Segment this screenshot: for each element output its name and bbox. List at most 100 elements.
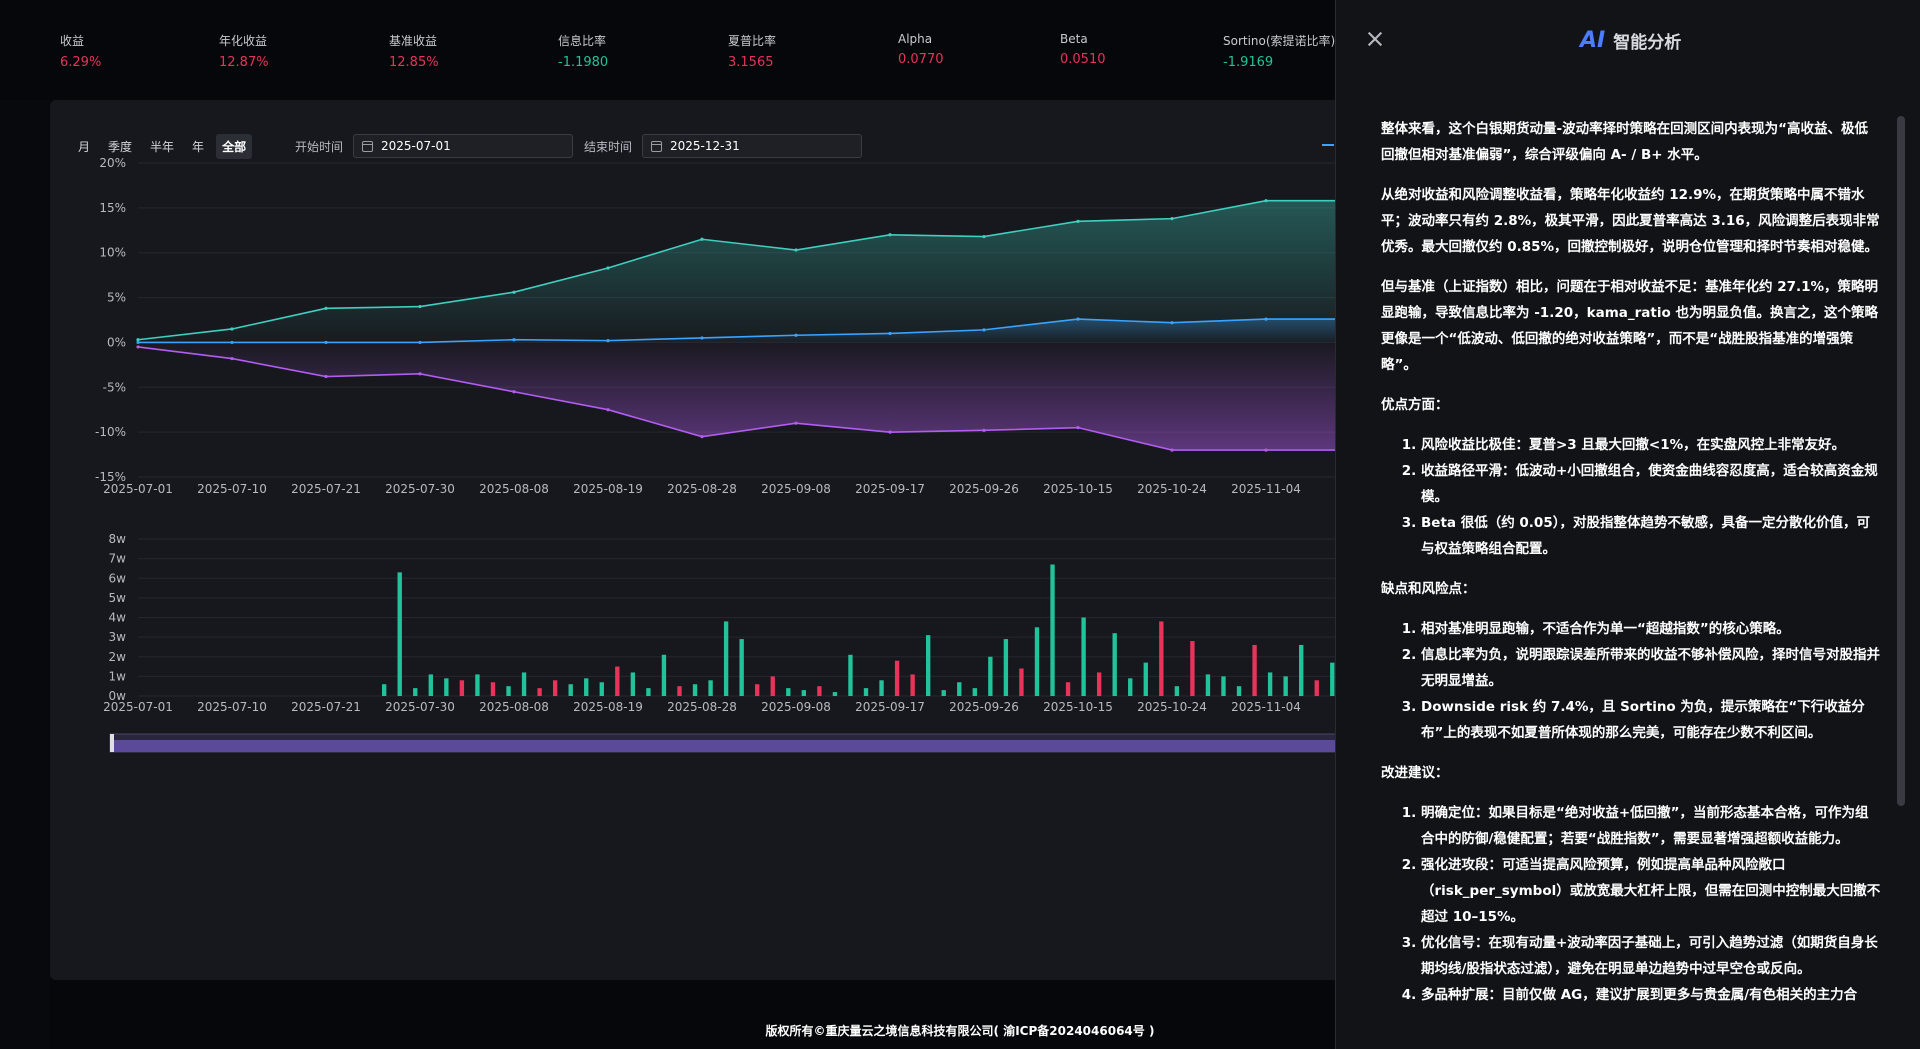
volume-bar: [786, 688, 791, 696]
volume-bar: [677, 686, 682, 696]
data-point: [1076, 317, 1080, 321]
volume-bar: [1221, 676, 1226, 696]
list-item: 收益路径平滑：低波动+小回撤组合，使资金曲线容忍度高，适合较高资金规模。: [1421, 458, 1881, 510]
metric-label: 夏普比率: [728, 34, 777, 48]
volume-bar: [848, 654, 853, 696]
close-icon[interactable]: [1366, 30, 1384, 48]
volume-bar: [413, 688, 418, 696]
pros-list: 风险收益比极佳：夏普>3 且最大回撤<1%，在实盘风控上非常友好。 收益路径平滑…: [1381, 432, 1881, 562]
volume-bar: [708, 680, 713, 696]
y-tick-label: 7w: [109, 552, 127, 566]
volume-bar: [879, 680, 884, 696]
y-tick-label: 5%: [107, 291, 126, 305]
y-tick-label: 20%: [99, 156, 126, 170]
data-point: [136, 345, 140, 349]
x-tick-label: 2025-09-26: [949, 482, 1019, 496]
volume-bar: [894, 660, 900, 696]
volume-bar: [863, 688, 869, 696]
data-point: [1076, 219, 1080, 223]
ai-section-heading: 优点方面：: [1381, 397, 1449, 413]
x-tick-label: 2025-07-21: [291, 482, 361, 496]
x-tick-label: 2025-10-15: [1043, 700, 1113, 714]
data-point: [324, 374, 328, 379]
volume-bar: [1190, 641, 1195, 696]
x-tick-label: 2025-08-28: [667, 700, 737, 714]
y-tick-label: -5%: [103, 380, 126, 394]
list-item: 强化进攻段：可适当提高风险预算，例如提高单品种风险敞口（risk_per_sym…: [1421, 852, 1881, 930]
ai-paragraph: 从绝对收益和风险调整收益看，策略年化收益约 12.9%，在期货策略中属不错水平；…: [1381, 187, 1880, 255]
x-tick-label: 2025-07-30: [385, 700, 455, 714]
ai-paragraph: 但与基准（上证指数）相比，问题在于相对收益不足：基准年化约 27.1%，策略明显…: [1381, 279, 1879, 373]
volume-bar: [568, 684, 573, 696]
list-item: 多品种扩展：目前仅做 AG，建议扩展到更多与贵金属/有色相关的主力合: [1421, 982, 1881, 1008]
data-point: [324, 306, 328, 310]
volume-bar: [1267, 672, 1273, 696]
metric-value: 6.29%: [60, 55, 102, 70]
volume-bar: [941, 690, 946, 696]
x-tick-label: 2025-09-17: [855, 700, 925, 714]
x-tick-label: 2025-09-08: [761, 482, 831, 496]
volume-bar: [1252, 644, 1257, 696]
list-item: Downside risk 约 7.4%，且 Sortino 为负，提示策略在“…: [1421, 694, 1881, 746]
volume-bar: [428, 674, 433, 696]
scrollbar[interactable]: [1897, 116, 1905, 806]
data-point: [794, 248, 798, 252]
volume-bar: [521, 672, 527, 696]
x-tick-label: 2025-07-01: [103, 700, 173, 714]
volume-bar: [1283, 676, 1288, 696]
data-point: [888, 233, 892, 237]
y-tick-label: -10%: [95, 425, 126, 439]
ai-section-heading: 改进建议：: [1381, 765, 1449, 781]
volume-bar: [770, 676, 775, 696]
volume-bar: [537, 688, 542, 696]
metric-value: -1.1980: [558, 55, 609, 70]
x-tick-label: 2025-07-10: [197, 700, 267, 714]
metric-label: 信息比率: [558, 34, 607, 48]
data-point: [794, 333, 798, 337]
volume-bar: [1096, 672, 1102, 696]
data-point: [794, 421, 798, 425]
ai-analysis-content: 整体来看，这个白银期货动量-波动率择时策略在回测区间内表现为“高收益、极低回撤但…: [1381, 116, 1881, 1026]
data-point: [1170, 217, 1174, 221]
x-tick-label: 2025-11-04: [1231, 482, 1301, 496]
metric-value: 0.0770: [898, 52, 944, 67]
volume-bar: [630, 672, 636, 696]
volume-bar: [926, 635, 931, 696]
volume-bar: [692, 684, 698, 696]
metric-label: Alpha: [898, 32, 933, 46]
volume-bar: [552, 680, 558, 696]
volume-bar: [1299, 644, 1304, 696]
x-tick-label: 2025-09-26: [949, 700, 1019, 714]
data-point: [1264, 317, 1268, 321]
metric-label: 收益: [60, 34, 85, 48]
ai-paragraph: 整体来看，这个白银期货动量-波动率择时策略在回测区间内表现为“高收益、极低回撤但…: [1381, 121, 1868, 163]
volume-bar: [1236, 686, 1242, 696]
data-point: [512, 390, 516, 394]
volume-bar: [1081, 617, 1086, 696]
volume-bar: [755, 684, 760, 696]
list-item: 明确定位：如果目标是“绝对收益+低回撤”，当前形态基本合格，可作为组合中的防御/…: [1421, 800, 1881, 852]
data-point: [230, 327, 234, 331]
x-tick-label: 2025-08-28: [667, 482, 737, 496]
metric-sortino: Sortino(索提诺比率) -1.9169: [1223, 32, 1335, 70]
volume-bar: [475, 674, 480, 696]
x-tick-label: 2025-10-24: [1137, 482, 1207, 496]
metric-benchmark-return: 基准收益 12.85%: [389, 32, 439, 70]
x-tick-label: 2025-07-21: [291, 700, 361, 714]
metric-value: 12.85%: [389, 55, 439, 70]
volume-bar: [1314, 680, 1319, 696]
x-tick-label: 2025-10-24: [1137, 700, 1207, 714]
volume-bar: [1128, 678, 1133, 696]
ai-analysis-panel: AI 智能分析 整体来看，这个白银期货动量-波动率择时策略在回测区间内表现为“高…: [1335, 0, 1920, 1049]
data-point: [888, 430, 892, 434]
y-tick-label: 6w: [109, 571, 127, 585]
data-point: [888, 331, 892, 336]
background-sidebar: [0, 100, 50, 1049]
ai-title-text: 智能分析: [1613, 33, 1682, 53]
volume-bar: [1205, 674, 1211, 696]
data-point: [606, 339, 610, 343]
data-point: [700, 435, 704, 439]
zoom-slider-selection: [110, 740, 1470, 752]
volume-bar: [988, 656, 993, 696]
volume-bar: [397, 572, 402, 696]
